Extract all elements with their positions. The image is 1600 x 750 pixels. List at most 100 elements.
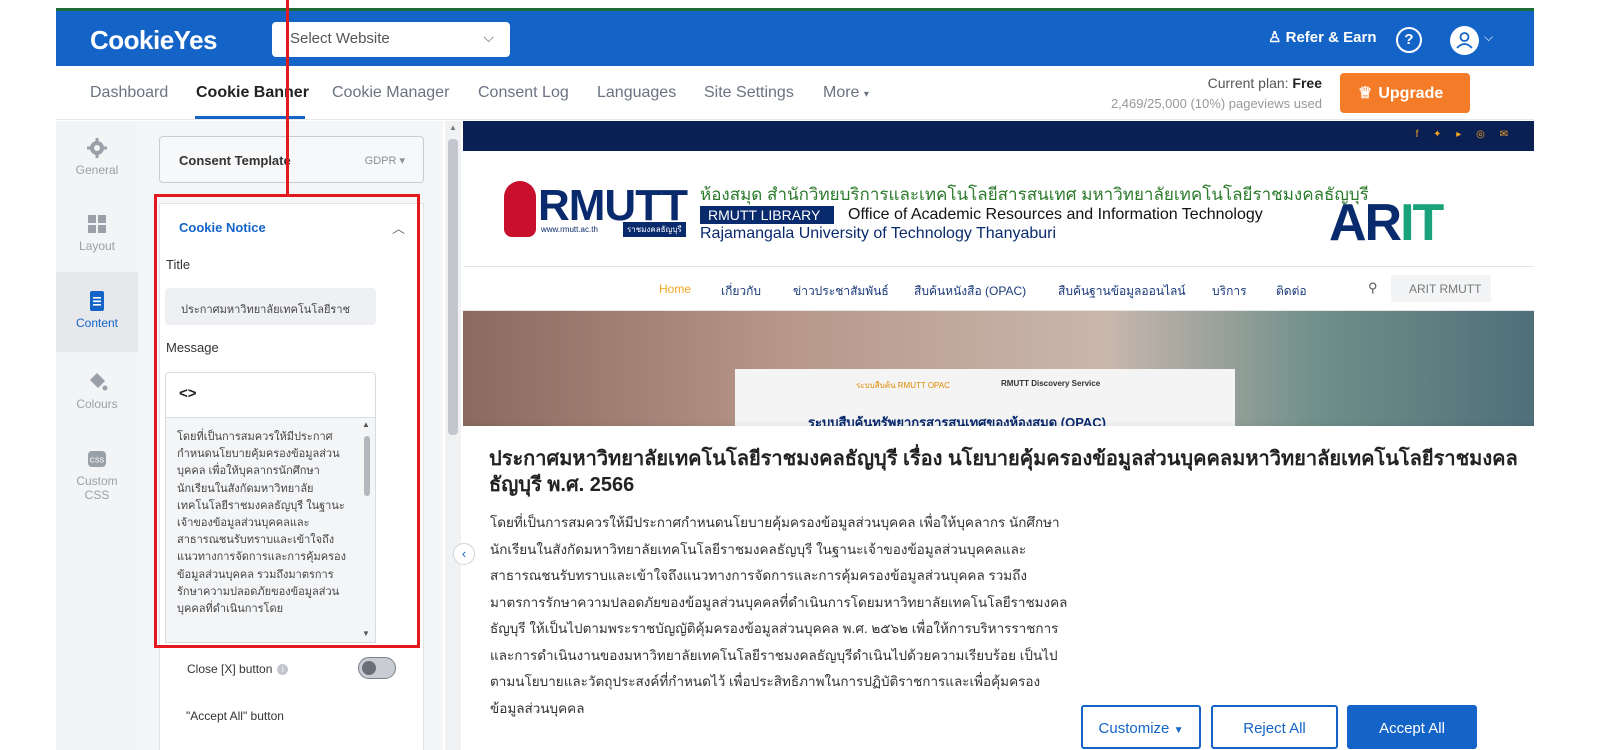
rmutt-url-badge: ราชมงคลธัญบุรี bbox=[623, 222, 686, 237]
customize-button[interactable]: Customize ▼ bbox=[1081, 705, 1201, 749]
tab-site-settings[interactable]: Site Settings bbox=[704, 84, 794, 102]
university-seal-icon bbox=[504, 181, 536, 237]
message-scroll-thumb[interactable] bbox=[364, 436, 370, 496]
rail-label-layout: Layout bbox=[78, 239, 116, 253]
accept-all-button[interactable]: Accept All bbox=[1347, 705, 1477, 749]
plan-label: Current plan: bbox=[1207, 75, 1289, 91]
tab-dashboard[interactable]: Dashboard bbox=[90, 84, 168, 102]
rail-label-custom-css: Custom CSS bbox=[76, 474, 118, 502]
consent-template-label: Consent Template bbox=[179, 153, 291, 168]
scroll-up-icon[interactable]: ▲ bbox=[449, 123, 457, 132]
scroll-up-icon[interactable]: ▲ bbox=[362, 420, 370, 429]
customize-label: Customize bbox=[1098, 720, 1170, 737]
hero-heading: ระบบสืบค้นทรัพยากรสารสนเทศของห้องสมุด (O… bbox=[808, 415, 1107, 426]
user-icon bbox=[1456, 32, 1473, 49]
cookieyes-logo[interactable]: CookieYes bbox=[90, 25, 218, 56]
help-icon[interactable]: ? bbox=[1396, 27, 1422, 53]
preview-menu-contact[interactable]: ติดต่อ bbox=[1276, 282, 1307, 301]
social-icons[interactable]: f ✦ ▸ ◎ ✉ bbox=[1416, 129, 1514, 140]
current-plan: Current plan: Free bbox=[1076, 75, 1322, 91]
hero-tab-opac[interactable]: ระบบสืบค้น RMUTT OPAC bbox=[856, 379, 950, 392]
close-button-label: Close [X] button i bbox=[187, 662, 289, 676]
caret-down-icon: ▼ bbox=[1173, 725, 1184, 736]
chevron-down-icon: ⌵ bbox=[483, 29, 494, 45]
gdpr-badge: GDPR bbox=[364, 155, 397, 167]
caret-down-icon: ▾ bbox=[863, 89, 869, 100]
preview-topbar: f ✦ ▸ ◎ ✉ bbox=[463, 121, 1534, 151]
university-name: Rajamangala University of Technology Tha… bbox=[700, 225, 1057, 242]
preview-menu-news[interactable]: ข่าวประชาสัมพันธ์ bbox=[793, 282, 889, 301]
document-icon bbox=[90, 291, 104, 311]
website-select-value: Select Website bbox=[290, 30, 390, 47]
avatar[interactable] bbox=[1450, 26, 1479, 55]
refer-earn-label: Refer & Earn bbox=[1285, 29, 1377, 46]
consent-template-select[interactable]: Consent Template GDPR ▾ bbox=[159, 136, 424, 183]
message-label: Message bbox=[166, 340, 219, 355]
tab-cookie-manager[interactable]: Cookie Manager bbox=[332, 84, 449, 102]
crown-icon: ♕ bbox=[1358, 85, 1373, 102]
gear-icon bbox=[87, 138, 107, 158]
hero-tab-discovery[interactable]: RMUTT Discovery Service bbox=[1001, 379, 1100, 388]
title-label: Title bbox=[166, 257, 191, 272]
cookie-notice-title[interactable]: Cookie Notice bbox=[179, 220, 266, 235]
toggle-knob bbox=[362, 661, 376, 675]
preview-site-header: RMUTT www.rmutt.ac.th ราชมงคลธัญบุรี ห้อ… bbox=[463, 151, 1534, 266]
arit-logo: ARIT bbox=[1329, 193, 1444, 253]
preview-menu-opac[interactable]: สืบค้นหนังสือ (OPAC) bbox=[914, 282, 1026, 301]
cookie-banner-message: โดยที่เป็นการสมควรให้มีประกาศกำหนดนโยบาย… bbox=[490, 515, 1068, 716]
preview-hero-image: ระบบสืบค้น RMUTT OPAC RMUTT Discovery Se… bbox=[463, 311, 1534, 426]
rail-item-general[interactable]: General bbox=[56, 137, 138, 197]
website-select[interactable]: Select Website ⌵ bbox=[272, 22, 510, 57]
layout-grid-icon bbox=[88, 215, 106, 233]
search-icon[interactable]: ⚲ bbox=[1368, 280, 1378, 296]
cookie-banner-title: ประกาศมหาวิทยาลัยเทคโนโลยีราชมงคลธัญบุรี… bbox=[489, 448, 1518, 496]
collapse-panel-button[interactable]: ‹ bbox=[453, 543, 475, 565]
tab-cookie-banner[interactable]: Cookie Banner bbox=[196, 84, 309, 102]
upgrade-button[interactable]: ♕ Upgrade bbox=[1340, 73, 1470, 113]
tab-consent-log[interactable]: Consent Log bbox=[478, 84, 569, 102]
rail-label-colours: Colours bbox=[76, 397, 118, 411]
message-textarea[interactable]: โดยที่เป็นการสมควรให้มีประกาศกำหนดนโยบาย… bbox=[165, 418, 376, 643]
cookieyes-app: CookieYes Select Website ⌵ ♙ Refer & Ear… bbox=[56, 0, 1534, 750]
rail-label-content: Content bbox=[75, 316, 119, 330]
paint-bucket-icon bbox=[90, 373, 108, 391]
panel-scroll-thumb[interactable] bbox=[448, 139, 458, 435]
rail-item-colours[interactable]: Colours bbox=[56, 371, 138, 431]
scroll-down-icon[interactable]: ▼ bbox=[362, 629, 370, 638]
close-button-toggle[interactable] bbox=[358, 657, 396, 679]
close-button-text: Close [X] button bbox=[187, 662, 273, 676]
preview-menu-services[interactable]: บริการ bbox=[1212, 282, 1247, 301]
css-icon: CSS bbox=[88, 451, 106, 467]
main-nav: Dashboard Cookie Banner Cookie Manager C… bbox=[56, 66, 1534, 120]
rmutt-url: www.rmutt.ac.th bbox=[541, 225, 598, 234]
message-scrollbar[interactable]: ▲ ▼ bbox=[361, 420, 373, 639]
message-text: โดยที่เป็นการสมควรให้มีประกาศกำหนดนโยบาย… bbox=[177, 431, 347, 616]
arit-logo-it: IT bbox=[1400, 194, 1444, 252]
title-input[interactable]: ประกาศมหาวิทยาลัยเทคโนโลยีราช bbox=[165, 288, 376, 325]
preview-menu-about[interactable]: เกี่ยวกับ bbox=[721, 282, 761, 301]
panel-scrollbar[interactable]: ▲ bbox=[445, 121, 461, 750]
tab-more[interactable]: More ▾ bbox=[823, 84, 869, 102]
reject-all-button[interactable]: Reject All bbox=[1211, 705, 1338, 749]
library-thai-name: ห้องสมุด สำนักวิทยบริการและเทคโนโลยีสารส… bbox=[700, 185, 1369, 204]
settings-rail: General Layout Content Colours CSS Custo… bbox=[56, 121, 138, 750]
rail-item-custom-css[interactable]: CSS Custom CSS bbox=[56, 448, 138, 508]
preview-search-input[interactable]: ARIT RMUTT bbox=[1391, 275, 1491, 302]
refer-earn-link[interactable]: ♙ Refer & Earn bbox=[1268, 28, 1377, 46]
pageview-usage: 2,469/25,000 (10%) pageviews used bbox=[1110, 96, 1322, 111]
source-code-button[interactable]: <> bbox=[165, 372, 376, 418]
annotation-line bbox=[286, 0, 289, 196]
rail-item-content[interactable]: Content bbox=[56, 272, 138, 352]
cookie-banner-preview: ประกาศมหาวิทยาลัยเทคโนโลยีราชมงคลธัญบุรี… bbox=[463, 426, 1534, 750]
preview-menu-home[interactable]: Home bbox=[659, 282, 691, 296]
tab-more-label: More bbox=[823, 84, 860, 101]
chevron-down-icon[interactable]: ⌵ bbox=[1484, 30, 1493, 45]
arit-logo-ar: AR bbox=[1329, 194, 1402, 252]
accept-all-label: "Accept All" button bbox=[186, 709, 284, 723]
info-icon[interactable]: i bbox=[277, 664, 289, 676]
tab-languages[interactable]: Languages bbox=[597, 84, 676, 102]
preview-menu-databases[interactable]: สืบค้นฐานข้อมูลออนไลน์ bbox=[1058, 282, 1186, 301]
rail-item-layout[interactable]: Layout bbox=[56, 213, 138, 273]
rail-label-general: General bbox=[75, 163, 119, 177]
chevron-up-icon[interactable]: ︿ bbox=[392, 218, 405, 237]
